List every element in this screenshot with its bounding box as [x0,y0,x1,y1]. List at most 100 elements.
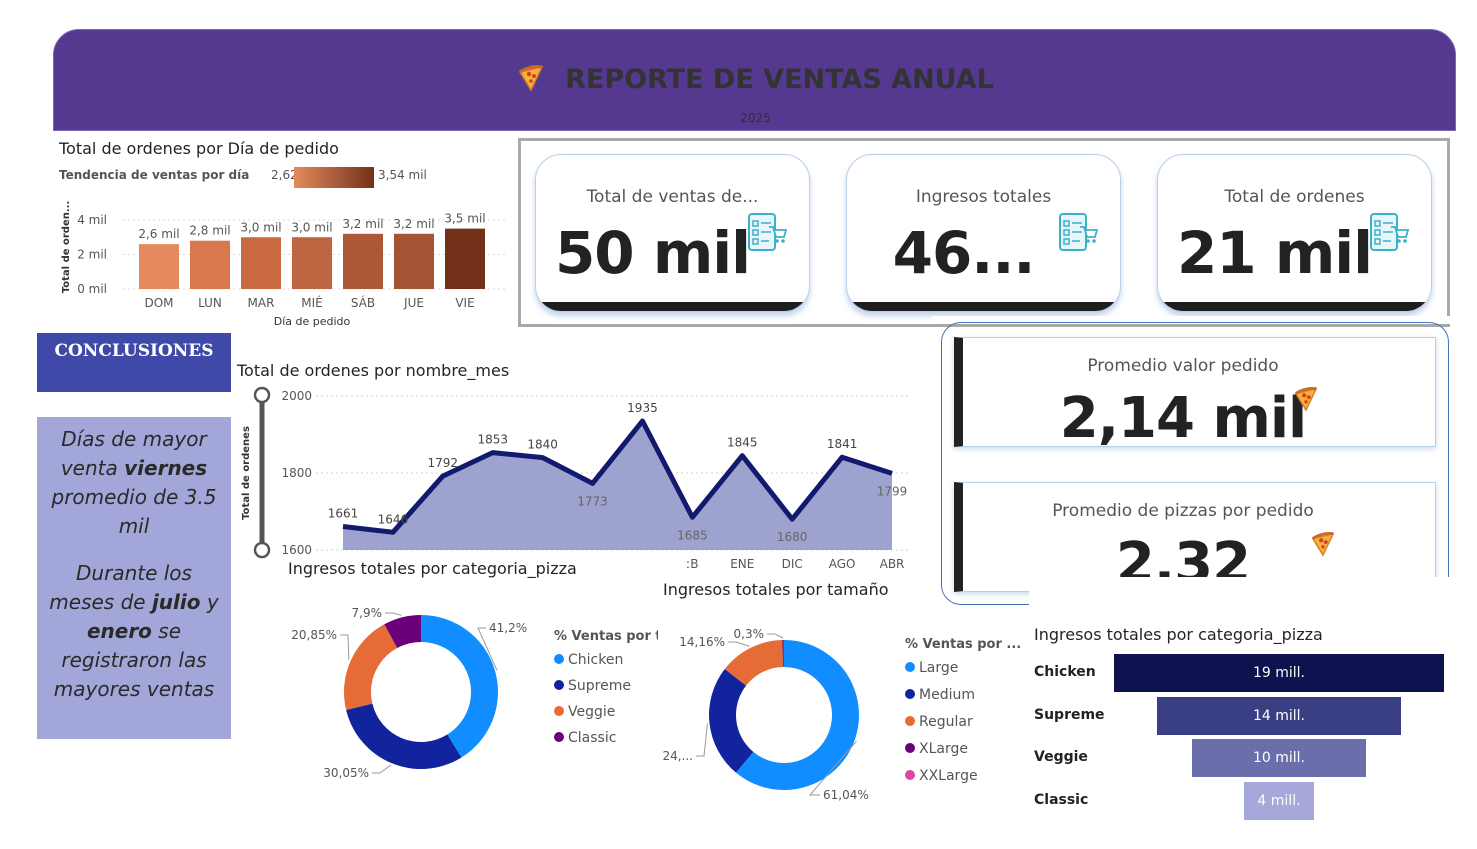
kpi-card-total-revenue[interactable]: Ingresos totales 46... [846,154,1121,312]
day-x-axis-label: Día de pedido [274,315,351,328]
month-chart-title: Total de ordenes por nombre_mes [237,361,510,380]
x-tick-label: ABR [880,557,905,571]
legend-item[interactable]: Chicken [554,652,658,668]
x-tick-label: DIC [782,557,803,571]
size-legend: % Ventas por ... Large Medium Regular XLarg… [905,637,1025,784]
report-header: REPORTE DE VENTAS ANUAL 2025 [53,29,1456,131]
bar[interactable] [241,237,281,289]
area-fill [343,421,892,550]
x-tick-label: AGO [829,557,856,571]
bar[interactable] [292,237,332,289]
legend-label: Medium [919,687,975,703]
avg-pizzas-card[interactable]: Promedio de pizzas por pedido 2,32 [954,482,1436,592]
checklist-cart-icon [1059,213,1098,251]
funnel-bar[interactable]: 4 mill. [1244,781,1314,820]
legend-label: Veggie [568,704,616,720]
month-slider-handle-bottom[interactable] [253,541,271,559]
x-tick-label: ENE [730,557,754,571]
size-donut-title: Ingresos totales por tamaño [663,580,889,599]
funnel-bar[interactable]: 14 mill. [1157,696,1401,735]
funnel-title: Ingresos totales por categoria_pizza [1034,625,1323,644]
bar[interactable] [394,233,434,289]
bar[interactable] [139,244,179,289]
category-donut-chart: 41,2% 30,05% 20,85% 7,9% [291,606,527,780]
leader-line [728,641,750,647]
overlap-cover [1029,577,1459,617]
bar-value-label: 2,8 mil [189,224,230,238]
day-bar-chart: 4 mil 2 mil 0 mil 2,6 mil DOM 2,8 mil LUN 3,0 … [61,201,505,328]
slice-label: 30,05% [323,766,369,780]
leader-line [385,612,402,616]
legend-label: XXLarge [919,768,978,784]
bar[interactable] [445,228,485,289]
legend-swatch [905,716,915,726]
funnel-bar[interactable]: 10 mill. [1192,739,1366,777]
data-label: 1661 [328,507,359,521]
slice-label: 14,16% [679,635,725,649]
x-tick-label: JUE [403,296,424,310]
avg-order-value-card[interactable]: Promedio valor pedido 2,14 mil [954,337,1436,447]
bar-value-label: 3,5 mil [444,212,485,226]
y-tick-label: 1800 [281,466,312,480]
kpi-label: Total de ventas de... [586,187,759,207]
donut-slice[interactable] [346,703,462,769]
x-tick-label: ːB [686,557,698,571]
avg-label: Promedio valor pedido [1087,356,1279,376]
y-tick-label: 4 mil [77,213,107,227]
y-tick-label: 2 mil [77,248,107,262]
month-slider-handle-top[interactable] [253,386,271,404]
funnel-bar[interactable]: 19 mill. [1114,654,1444,692]
conclusion-months: Durante los meses de julio y enero se re… [49,561,219,701]
bar-value-label: 3,0 mil [291,220,332,234]
day-legend-label: Tendencia de ventas por día [59,168,250,182]
legend-label: Large [919,660,959,676]
legend-item[interactable]: Supreme [554,678,658,694]
month-area-chart: Total de ordenes 2000 1800 1600 1661 1646 17… [241,386,911,571]
slice-label: 20,85% [291,628,337,642]
legend-item[interactable]: Large [905,660,1025,676]
slice-label: 41,2% [489,621,527,635]
leader-line [372,764,392,774]
pizza-icon [1294,386,1318,412]
data-label: 1680 [777,530,808,544]
data-label: 1646 [378,512,409,526]
kpi-label: Total de ordenes [1224,187,1365,207]
month-y-axis-label: Total de ordenes [241,426,252,520]
day-legend-max: 3,54 mil [378,168,427,182]
legend-item[interactable]: XLarge [905,741,1025,757]
leader-line [340,634,350,660]
donut-slice[interactable] [344,624,398,710]
checklist-cart-icon [748,213,787,251]
donut-slice[interactable] [421,615,498,758]
y-tick-label: 2000 [281,389,312,403]
bar[interactable] [343,233,383,289]
funnel-category-label: Chicken [1034,664,1096,680]
kpi-card-total-orders[interactable]: Total de ordenes 21 mil [1157,154,1432,312]
x-tick-label: SÁB [351,295,375,310]
day-legend-gradient [294,167,374,188]
data-label: 1841 [827,437,858,451]
legend-item[interactable]: Classic [554,730,658,746]
x-tick-label: LUN [198,296,222,310]
x-tick-label: MAR [248,296,275,310]
x-tick-label: MIÉ [301,295,322,310]
data-label: 1935 [627,401,658,415]
legend-swatch [905,662,915,672]
legend-item[interactable]: XXLarge [905,768,1025,784]
legend-item[interactable]: Veggie [554,704,658,720]
conclusion-days: Días de mayor venta viernes promedio de … [51,427,217,538]
size-donut-chart: 61,04% 24,... 14,16% 0,3% [662,627,869,802]
kpi-card-total-sales[interactable]: Total de ventas de... 50 mil [535,154,810,312]
x-tick-label: VIE [455,296,474,310]
bar[interactable] [190,240,230,289]
legend-swatch [554,680,564,690]
legend-item[interactable]: Medium [905,687,1025,703]
leader-line [696,723,708,757]
title-text: REPORTE DE VENTAS ANUAL [565,64,994,95]
data-label: 1840 [527,438,558,452]
slice-label: 61,04% [823,788,869,802]
legend-swatch [554,732,564,742]
data-label: 1773 [577,494,608,508]
legend-item[interactable]: Regular [905,714,1025,730]
legend-label: Chicken [568,652,624,668]
